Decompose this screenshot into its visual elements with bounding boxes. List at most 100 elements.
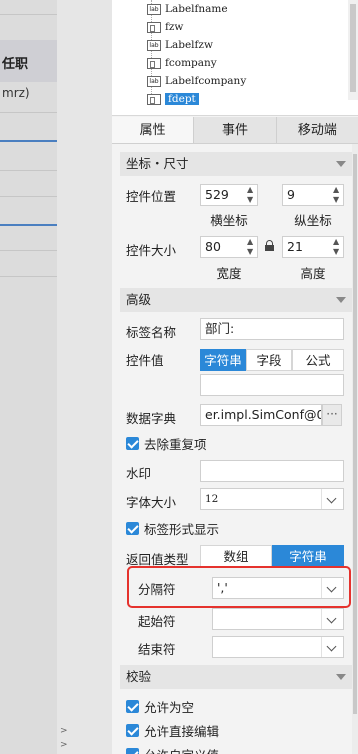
- tag-name-label: 标签名称: [126, 325, 177, 340]
- chevron-up-icon[interactable]: ▲: [333, 186, 339, 194]
- dedupe-checkbox[interactable]: 去除重复项: [126, 434, 207, 453]
- dictionary-label: 数据字典: [126, 411, 177, 426]
- chevron-right-icon[interactable]: >: [60, 740, 68, 750]
- panel-tabs: 属性 事件 移动端: [112, 117, 358, 144]
- x-caption: 横坐标: [210, 213, 248, 228]
- height-caption: 高度: [300, 266, 326, 281]
- textfield-icon: [147, 21, 161, 33]
- chevron-down-icon[interactable]: ▼: [333, 248, 339, 256]
- chevron-right-icon[interactable]: >: [60, 726, 68, 736]
- allow-custom-label: 允许自定义值: [144, 745, 219, 754]
- chevron-down-icon[interactable]: [321, 637, 343, 657]
- width-input[interactable]: 80 ▲ ▼: [200, 236, 258, 258]
- height-value: 21: [287, 239, 303, 254]
- panel-scrollbar[interactable]: [352, 144, 358, 754]
- end-char-label: 结束符: [138, 642, 176, 657]
- textfield-icon: [147, 93, 161, 105]
- position-label: 控件位置: [126, 189, 177, 204]
- tree-item[interactable]: fcompany: [147, 55, 217, 71]
- option-string[interactable]: 字符串: [200, 349, 246, 371]
- tree-item-label: fdept: [165, 93, 199, 105]
- chevron-down-icon[interactable]: [321, 489, 343, 509]
- tree-item[interactable]: fzw: [147, 19, 183, 35]
- textfield-icon: [147, 57, 161, 69]
- chevron-down-icon[interactable]: [321, 609, 343, 629]
- canvas-header-text: 任职: [2, 57, 29, 72]
- allow-edit-checkbox[interactable]: 允许直接编辑: [126, 721, 219, 740]
- tree-item[interactable]: lab Labelfcompany: [147, 73, 246, 89]
- tree-item-label: fcompany: [165, 57, 217, 69]
- collapse-caret-icon[interactable]: [336, 674, 346, 680]
- start-char-select[interactable]: [212, 608, 344, 630]
- spinner-buttons[interactable]: ▲ ▼: [245, 185, 257, 205]
- canvas-scroll-area: > >: [57, 0, 112, 754]
- allow-empty-checkbox[interactable]: 允许为空: [126, 697, 194, 716]
- font-size-value: 12: [205, 493, 219, 505]
- chevron-down-icon[interactable]: ▼: [247, 248, 253, 256]
- checkbox-checked-icon[interactable]: [126, 748, 139, 754]
- control-value-switch: 字符串 字段 公式: [200, 349, 344, 371]
- tree-item-selected[interactable]: fdept: [147, 91, 199, 107]
- tab-properties[interactable]: 属性: [112, 117, 195, 143]
- checkbox-checked-icon[interactable]: [126, 522, 139, 535]
- tag-name-input[interactable]: 部门:: [200, 318, 344, 340]
- lock-icon[interactable]: [265, 240, 275, 251]
- allow-edit-label: 允许直接编辑: [144, 724, 220, 739]
- label-icon: lab: [147, 75, 161, 87]
- label-icon: lab: [147, 3, 161, 15]
- tree-item-label: Labelfzw: [165, 39, 213, 51]
- dictionary-input[interactable]: er.impl.SimConf@0]]: [200, 404, 322, 426]
- checkbox-checked-icon[interactable]: [126, 724, 139, 737]
- tab-events[interactable]: 事件: [194, 117, 277, 143]
- tag-form-label: 标签形式显示: [144, 522, 220, 537]
- spinner-buttons[interactable]: ▲ ▼: [331, 185, 343, 205]
- end-char-select[interactable]: [212, 636, 344, 658]
- chevron-up-icon[interactable]: ▲: [247, 238, 253, 246]
- section-title: 坐标・尺寸: [126, 156, 189, 171]
- tree-item-label: Labelfcompany: [165, 75, 247, 87]
- font-size-label: 字体大小: [126, 495, 177, 510]
- tag-form-checkbox[interactable]: 标签形式显示: [126, 519, 219, 538]
- control-value-label: 控件值: [126, 353, 164, 368]
- spinner-buttons[interactable]: ▲ ▼: [331, 237, 343, 257]
- watermark-input[interactable]: [200, 460, 344, 482]
- tree-scrollbar[interactable]: [348, 0, 358, 100]
- collapse-caret-icon[interactable]: [336, 161, 346, 167]
- watermark-label: 水印: [126, 466, 152, 481]
- y-value: 9: [287, 187, 295, 202]
- checkbox-checked-icon[interactable]: [126, 700, 139, 713]
- height-input[interactable]: 21 ▲ ▼: [282, 236, 344, 258]
- dedupe-label: 去除重复项: [144, 437, 207, 452]
- section-validation[interactable]: 校验: [120, 665, 352, 689]
- checkbox-checked-icon[interactable]: [126, 437, 139, 450]
- chevron-down-icon[interactable]: ▼: [247, 196, 253, 204]
- dictionary-browse-button[interactable]: ···: [322, 404, 342, 426]
- section-coords-size[interactable]: 坐标・尺寸: [120, 152, 352, 176]
- chevron-up-icon[interactable]: ▲: [247, 186, 253, 194]
- start-char-label: 起始符: [138, 614, 176, 629]
- label-icon: lab: [147, 39, 161, 51]
- y-coordinate-input[interactable]: 9 ▲ ▼: [282, 184, 344, 206]
- tab-mobile[interactable]: 移动端: [277, 117, 358, 143]
- chevron-up-icon[interactable]: ▲: [333, 238, 339, 246]
- control-value-input[interactable]: [200, 374, 344, 396]
- option-array[interactable]: 数组: [200, 545, 272, 567]
- font-size-select[interactable]: 12: [200, 488, 344, 510]
- width-value: 80: [205, 239, 221, 254]
- tree-item-label: fzw: [165, 21, 184, 33]
- chevron-down-icon[interactable]: ▼: [333, 196, 339, 204]
- collapse-caret-icon[interactable]: [336, 297, 346, 303]
- spinner-buttons[interactable]: ▲ ▼: [245, 237, 257, 257]
- tree-item[interactable]: lab Labelfzw: [147, 37, 213, 53]
- section-title: 高级: [126, 292, 152, 307]
- width-caption: 宽度: [216, 266, 242, 281]
- canvas-scrollbar-track[interactable]: [57, 0, 112, 754]
- x-coordinate-input[interactable]: 529 ▲ ▼: [200, 184, 258, 206]
- tree-item[interactable]: lab Labelfname: [147, 1, 228, 17]
- option-string[interactable]: 字符串: [272, 545, 344, 567]
- option-formula[interactable]: 公式: [292, 349, 344, 371]
- allow-custom-checkbox[interactable]: 允许自定义值: [126, 745, 219, 754]
- option-field[interactable]: 字段: [246, 349, 292, 371]
- section-advanced[interactable]: 高级: [120, 288, 352, 312]
- tree-item-label: Labelfname: [165, 3, 228, 15]
